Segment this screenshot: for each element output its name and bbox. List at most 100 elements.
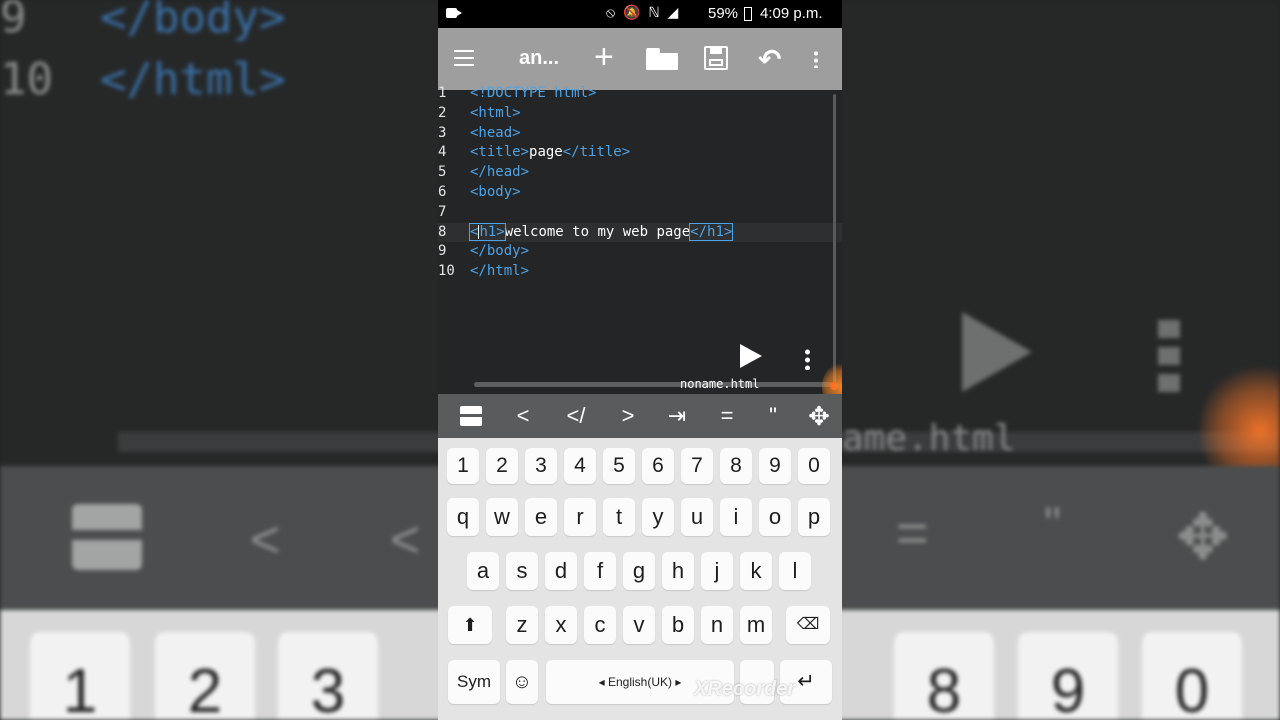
key-r[interactable]: r	[564, 498, 596, 536]
tab-key[interactable]: ⇥	[662, 394, 692, 438]
code-line[interactable]: 7	[438, 203, 842, 223]
line-source: </html>	[470, 262, 529, 282]
line-number: 8	[438, 223, 447, 240]
soft-keyboard: 1234567890 qwertyuiop asdfghjkl ⬆ ⌫ zxcv…	[438, 438, 842, 720]
key-j[interactable]: j	[701, 552, 733, 590]
key-c[interactable]: c	[584, 606, 616, 644]
horizontal-scrollbar[interactable]	[474, 382, 832, 387]
key-f[interactable]: f	[584, 552, 616, 590]
bg-symbol-toggle-icon	[72, 504, 142, 570]
code-token: </head>	[470, 164, 530, 181]
key-6[interactable]: 6	[642, 448, 674, 484]
key-b[interactable]: b	[662, 606, 694, 644]
bg-play-icon	[962, 312, 1032, 392]
key-y[interactable]: y	[642, 498, 674, 536]
key-h[interactable]: h	[662, 552, 694, 590]
line-source: <!DOCTYPE html>	[470, 84, 596, 104]
symbol-key[interactable]: "	[758, 394, 788, 438]
code-token: <h1>	[469, 222, 506, 241]
key-a[interactable]: a	[467, 552, 499, 590]
key-z[interactable]: z	[506, 606, 538, 644]
emoji-key[interactable]: ☺	[506, 660, 538, 704]
save-icon[interactable]	[704, 46, 728, 70]
line-source: </head>	[470, 163, 529, 183]
key-0[interactable]: 0	[798, 448, 830, 484]
code-line[interactable]: 10 </html>	[438, 262, 842, 282]
key-m[interactable]: m	[740, 606, 772, 644]
code-line[interactable]: 6 <body>	[438, 183, 842, 203]
key-l[interactable]: l	[779, 552, 811, 590]
key-8[interactable]: 8	[720, 448, 752, 484]
key-t[interactable]: t	[603, 498, 635, 536]
code-token: </body>	[470, 243, 530, 260]
bg-key: 8	[894, 632, 994, 720]
code-token: <body>	[470, 183, 521, 200]
key-e[interactable]: e	[525, 498, 557, 536]
symbol-key[interactable]: </	[558, 394, 594, 438]
key-u[interactable]: u	[681, 498, 713, 536]
line-source: <head>	[470, 124, 521, 144]
symbol-key[interactable]: >	[613, 394, 643, 438]
folder-icon[interactable]	[646, 48, 678, 70]
menu-icon[interactable]	[454, 50, 474, 66]
line-source: <title>page</title>	[470, 143, 630, 163]
key-5[interactable]: 5	[603, 448, 635, 484]
bg-symbol: <	[250, 511, 281, 569]
code-line[interactable]: 5 </head>	[438, 163, 842, 183]
clock: 4:09 p.m.	[760, 5, 823, 22]
key-p[interactable]: p	[798, 498, 830, 536]
key-v[interactable]: v	[623, 606, 655, 644]
document-title: an...	[519, 47, 560, 69]
key-3[interactable]: 3	[525, 448, 557, 484]
code-line[interactable]: 3 <head>	[438, 124, 842, 144]
code-editor[interactable]: 1 <!DOCTYPE html> 2 <html> 3 <head> 4 <title>pa…	[438, 85, 842, 394]
symbol-toggle-icon[interactable]	[460, 406, 482, 426]
key-n[interactable]: n	[701, 606, 733, 644]
code-line[interactable]: 2 <html>	[438, 104, 842, 124]
run-more-icon[interactable]	[805, 348, 810, 370]
code-token: welcome to my web page	[504, 223, 691, 240]
key-g[interactable]: g	[623, 552, 655, 590]
code-line[interactable]: 9 </body>	[438, 242, 842, 262]
bg-code-line: 9 </body>	[0, 0, 286, 43]
bg-key: 2	[155, 632, 255, 720]
battery-icon	[744, 7, 752, 21]
key-2[interactable]: 2	[486, 448, 518, 484]
shift-key[interactable]: ⬆	[448, 606, 492, 644]
symbol-key[interactable]: =	[712, 394, 742, 438]
vertical-scrollbar[interactable]	[833, 94, 836, 388]
move-icon[interactable]: ✥	[804, 394, 834, 438]
backspace-key[interactable]: ⌫	[786, 606, 830, 644]
code-line[interactable]: 8 <h1>welcome to my web page</h1>	[438, 222, 842, 243]
key-1[interactable]: 1	[447, 448, 479, 484]
key-x[interactable]: x	[545, 606, 577, 644]
code-line[interactable]: 1 <!DOCTYPE html>	[438, 84, 842, 104]
key-k[interactable]: k	[740, 552, 772, 590]
phone-screen: ⦸ 🔕 ℕ ◢ 59% 4:09 p.m. an... + ↶ 1 <!DOCTY…	[438, 0, 842, 720]
key-4[interactable]: 4	[564, 448, 596, 484]
key-w[interactable]: w	[486, 498, 518, 536]
key-9[interactable]: 9	[759, 448, 791, 484]
key-d[interactable]: d	[545, 552, 577, 590]
key-q[interactable]: q	[447, 498, 479, 536]
bg-more-icon	[1158, 320, 1180, 392]
code-token: <!DOCTYPE html>	[470, 85, 597, 101]
bg-key: 1	[30, 632, 130, 720]
key-o[interactable]: o	[759, 498, 791, 536]
line-number: 4	[438, 144, 447, 161]
line-number: 5	[438, 164, 447, 181]
key-s[interactable]: s	[506, 552, 538, 590]
run-button[interactable]	[740, 344, 762, 368]
symbol-key[interactable]: <	[508, 394, 538, 438]
code-area[interactable]: 1 <!DOCTYPE html> 2 <html> 3 <head> 4 <title>pa…	[438, 84, 842, 282]
code-line[interactable]: 4 <title>page</title>	[438, 143, 842, 163]
sym-key[interactable]: Sym	[448, 660, 500, 704]
undo-icon[interactable]: ↶	[758, 43, 781, 76]
bg-symbol: =	[896, 501, 929, 564]
bg-key: 9	[1018, 632, 1118, 720]
key-i[interactable]: i	[720, 498, 752, 536]
bg-key: 3	[278, 632, 378, 720]
key-7[interactable]: 7	[681, 448, 713, 484]
more-vert-icon[interactable]	[814, 50, 818, 68]
add-icon[interactable]: +	[594, 40, 614, 74]
